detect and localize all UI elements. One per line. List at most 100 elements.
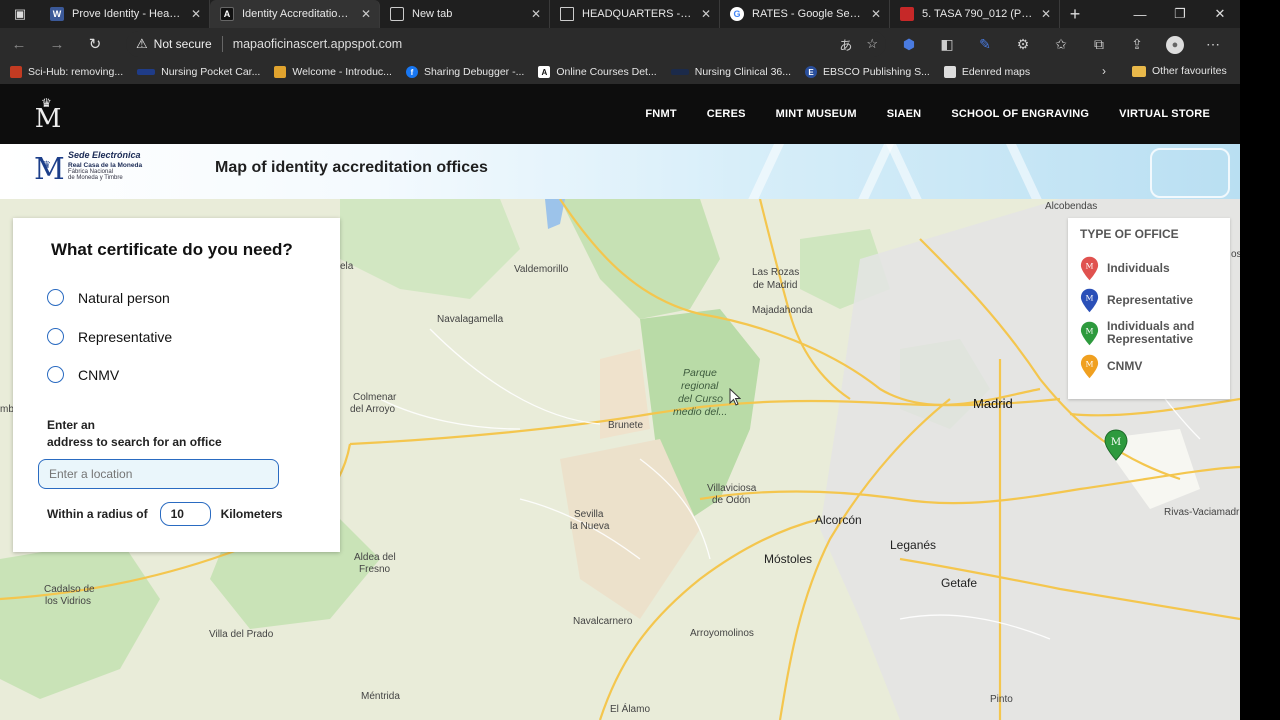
radio-button[interactable] — [47, 328, 64, 345]
map-label: Colmenar — [353, 392, 397, 403]
nav-siaen[interactable]: SIAEN — [887, 108, 922, 120]
sede-electronica-logo[interactable]: ♛ M Sede Electrónica Real Casa de la Mone… — [34, 150, 142, 190]
more-menu-icon[interactable]: ⋯ — [1194, 36, 1232, 53]
location-input[interactable] — [38, 459, 279, 489]
nav-ceres[interactable]: CERES — [707, 108, 746, 120]
profile-avatar-icon[interactable]: ● — [1156, 35, 1194, 54]
legend-label: Individuals and Representative — [1107, 319, 1195, 346]
bookmark-item[interactable]: Welcome - Introduc... — [274, 66, 392, 78]
bookmark-item[interactable]: A Online Courses Det... — [538, 66, 657, 78]
omnibox-icons: あ ☆ — [839, 31, 878, 57]
close-tab-icon[interactable]: ✕ — [361, 7, 371, 21]
map-label: del Arroyo — [350, 404, 396, 415]
url-text[interactable]: mapaoficinascert.appspot.com — [233, 37, 403, 51]
option-label: CNMV — [78, 366, 120, 383]
bookmark-item[interactable]: Sci-Hub: removing... — [10, 66, 123, 78]
map-label: Leganés — [890, 538, 937, 552]
office-marker-green[interactable]: M — [1104, 429, 1128, 466]
pen-extension-icon[interactable]: ✎ — [966, 36, 1004, 53]
bookmark-item[interactable]: E EBSCO Publishing S... — [805, 66, 930, 78]
security-label[interactable]: Not secure — [154, 37, 212, 51]
shield-extension-icon[interactable]: ⬢ — [890, 36, 928, 53]
svg-text:M: M — [1086, 326, 1094, 335]
bookmark-item[interactable]: Nursing Clinical 36... — [670, 66, 791, 78]
panel-heading: What certificate do you need? — [51, 240, 293, 259]
share-icon[interactable]: ⇪ — [1118, 36, 1156, 53]
address-label: Enter an address to search for an office — [47, 417, 222, 451]
minimize-icon[interactable]: — — [1120, 0, 1160, 28]
blue-pin-icon: M — [1080, 288, 1099, 313]
window-controls: — ❐ ✕ — [1120, 0, 1240, 28]
page-banner: ♛ M Sede Electrónica Real Casa de la Mone… — [0, 144, 1240, 199]
bookmark-item[interactable]: f Sharing Debugger -... — [405, 66, 525, 78]
bookmark-label: Sci-Hub: removing... — [28, 66, 124, 78]
chip-decoration — [1150, 148, 1230, 198]
map-label: ela — [340, 261, 354, 272]
radio-button[interactable] — [47, 366, 64, 383]
nav-school-of-engraving[interactable]: SCHOOL OF ENGRAVING — [951, 108, 1089, 120]
legend-label: Representative — [1107, 293, 1194, 307]
collections-icon[interactable]: ⧉ — [1080, 36, 1118, 53]
chevron-right-icon[interactable]: › — [1102, 64, 1106, 78]
bookmark-label: Sharing Debugger -... — [423, 66, 525, 78]
restore-icon[interactable]: ❐ — [1160, 0, 1200, 28]
tab-identity-accreditation[interactable]: A Identity Accreditation Offices ✕ — [210, 0, 380, 28]
option-natural-person[interactable]: Natural person — [47, 289, 170, 306]
svg-text:M: M — [1086, 294, 1094, 303]
window-menu-icon[interactable]: ▣ — [0, 0, 40, 28]
close-tab-icon[interactable]: ✕ — [871, 7, 881, 21]
other-favourites[interactable]: Other favourites — [1132, 65, 1227, 77]
tab-new-tab[interactable]: New tab ✕ — [380, 0, 550, 28]
option-representative[interactable]: Representative — [47, 328, 172, 345]
bookmark-label: Nursing Pocket Car... — [161, 66, 261, 78]
back-arrow-icon[interactable]: ← — [0, 28, 38, 60]
toolbar-icons: ⬢ ◧ ✎ ⚙ ✩ ⧉ ⇪ ● ⋯ — [890, 28, 1232, 60]
office-extension-icon[interactable]: ◧ — [928, 36, 966, 53]
tab-strip: ▣ W Prove Identity - Headquarters ✕ A Id… — [0, 0, 1240, 28]
sede-m-logo: ♛ M — [34, 150, 66, 190]
nav-virtual-store[interactable]: VIRTUAL STORE — [1119, 108, 1210, 120]
tab-prove-identity[interactable]: W Prove Identity - Headquarters ✕ — [40, 0, 210, 28]
orange-pin-icon: M — [1080, 354, 1099, 379]
translate-icon[interactable]: あ — [839, 35, 852, 54]
tab-headquarters[interactable]: HEADQUARTERS - Public ✕ — [550, 0, 720, 28]
map-label: Villaviciosa — [707, 483, 757, 494]
refresh-icon[interactable]: ↻ — [76, 28, 114, 60]
option-cnmv[interactable]: CNMV — [47, 366, 119, 383]
tab-rates-google[interactable]: G RATES - Google Search ✕ — [720, 0, 890, 28]
bookmark-item[interactable]: Nursing Pocket Car... — [137, 66, 260, 78]
banner-decoration — [881, 144, 1049, 199]
close-tab-icon[interactable]: ✕ — [191, 7, 201, 21]
address-bar[interactable]: ⚠ Not secure mapaoficinascert.appspot.co… — [126, 31, 886, 57]
map-label: Valdemorillo — [514, 264, 569, 275]
browser-window: ▣ W Prove Identity - Headquarters ✕ A Id… — [0, 0, 1240, 720]
tab-tasa[interactable]: 5. TASA 790_012 (Policía ✕ — [890, 0, 1060, 28]
favourites-icon[interactable]: ✩ — [1042, 36, 1080, 53]
radius-input[interactable] — [159, 502, 211, 526]
forward-arrow-icon[interactable]: → — [38, 28, 76, 60]
close-tab-icon[interactable]: ✕ — [701, 7, 711, 21]
map-label: Sevilla — [574, 509, 604, 520]
bookmark-label: Welcome - Introduc... — [292, 66, 392, 78]
map-label: Getafe — [941, 576, 978, 590]
sede-subtitle: Real Casa de la Moneda — [68, 162, 143, 169]
extensions-icon[interactable]: ⚙ — [1004, 36, 1042, 53]
nav-fnmt[interactable]: FNMT — [645, 108, 676, 120]
map-label: la Nueva — [570, 521, 610, 532]
close-tab-icon[interactable]: ✕ — [531, 7, 541, 21]
close-window-icon[interactable]: ✕ — [1200, 0, 1240, 28]
new-tab-plus-icon[interactable]: + — [1060, 0, 1090, 28]
ebsco-icon: E — [805, 66, 818, 78]
bookmark-item[interactable]: Edenred maps — [943, 66, 1030, 78]
radio-button[interactable] — [47, 289, 64, 306]
map-label: Rivas-Vaciamadrid — [1164, 507, 1240, 518]
fnmt-logo[interactable]: ♛ M — [34, 96, 62, 134]
nav-mint-museum[interactable]: MINT MUSEUM — [776, 108, 857, 120]
map-label: de Madrid — [753, 280, 798, 291]
radius-unit-label: Kilometers — [220, 507, 283, 521]
map-label: medio del... — [673, 406, 728, 418]
add-favourite-icon[interactable]: ☆ — [866, 36, 878, 52]
tab-title: HEADQUARTERS - Public — [582, 8, 693, 20]
svg-text:M: M — [1086, 360, 1094, 369]
close-tab-icon[interactable]: ✕ — [1041, 7, 1051, 21]
